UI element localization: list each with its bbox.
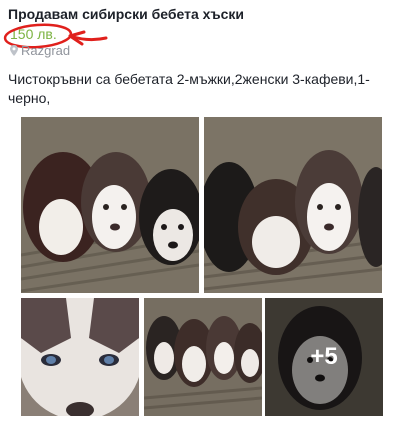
listing-description: Чистокръвни са бебетата 2-мъжки,2женски … bbox=[8, 71, 370, 106]
more-photos-count: +5 bbox=[310, 343, 338, 370]
location-pin-icon bbox=[10, 45, 18, 56]
puppy-photo-1-image bbox=[21, 117, 199, 293]
puppy-photo-4-image bbox=[144, 298, 262, 416]
listing-post: Продавам сибирски бебета хъски 150 лв. R… bbox=[0, 0, 405, 436]
more-photos-tile[interactable]: +5 bbox=[265, 298, 383, 416]
puppy-photo-2-image bbox=[204, 117, 382, 293]
more-photos-overlay: +5 bbox=[265, 298, 383, 416]
puppy-photo-4[interactable] bbox=[144, 298, 262, 416]
listing-title[interactable]: Продавам сибирски бебета хъски bbox=[8, 6, 244, 22]
puppy-photo-1[interactable] bbox=[21, 117, 199, 293]
listing-price: 150 лв. bbox=[10, 26, 57, 42]
puppy-photo-2[interactable] bbox=[204, 117, 382, 293]
listing-location[interactable]: Razgrad bbox=[10, 43, 70, 58]
puppy-photo-3[interactable] bbox=[21, 298, 139, 416]
location-label: Razgrad bbox=[21, 43, 71, 58]
puppy-photo-3-image bbox=[21, 298, 139, 416]
